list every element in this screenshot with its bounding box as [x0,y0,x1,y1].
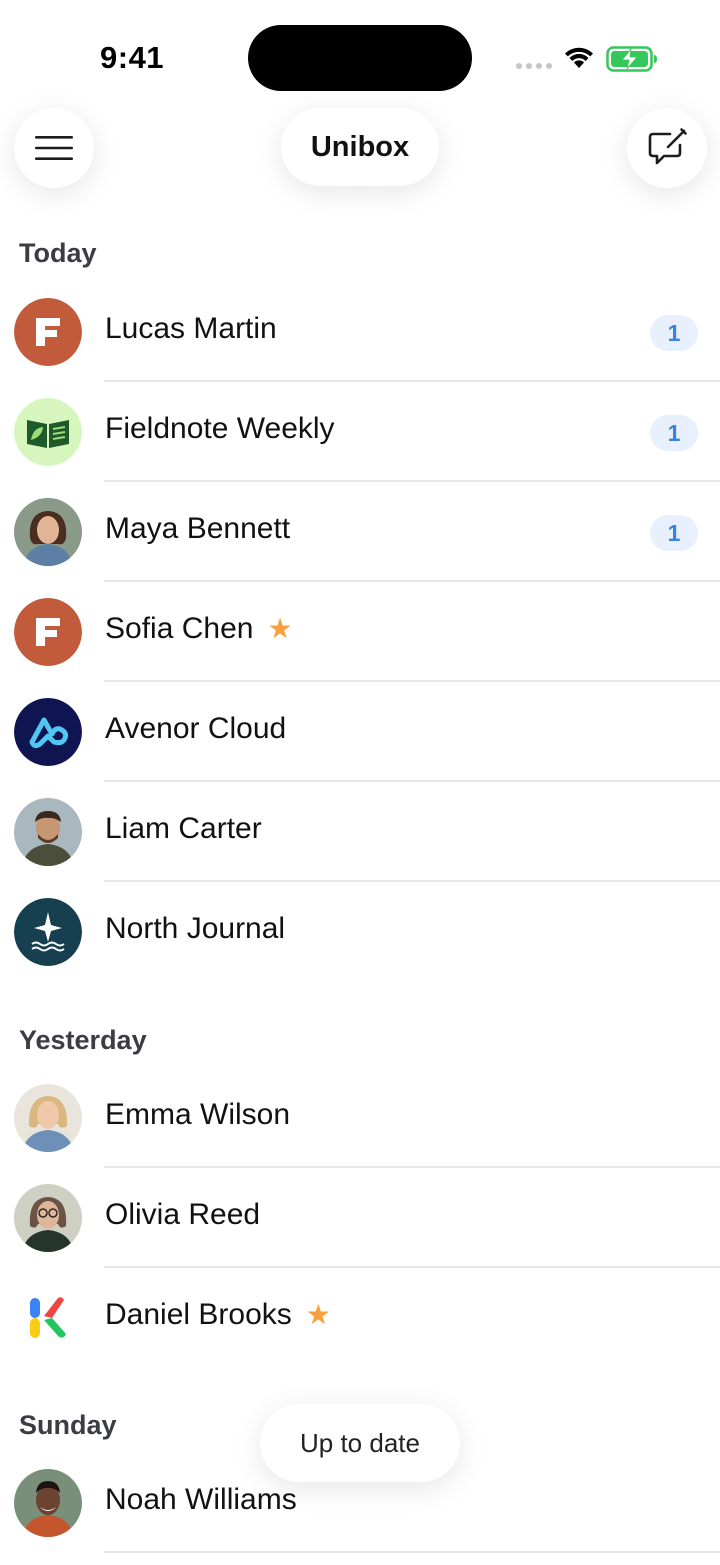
avatar [14,798,82,866]
cellular-signal-icon [516,63,552,69]
menu-button[interactable] [14,108,94,188]
unread-badge: 1 [650,415,698,451]
avatar [14,398,82,466]
page-title[interactable]: Unibox [281,108,439,186]
person-photo-icon [14,498,82,566]
contact-name: Noah Williams [105,1483,297,1516]
section-header-yesterday: Yesterday [19,1025,147,1055]
contact-name: Olivia Reed [105,1198,261,1231]
compose-button[interactable] [627,108,707,188]
avatar [14,298,82,366]
avatar [14,1084,82,1152]
book-leaf-logo-icon [14,398,82,466]
avatar [14,498,82,566]
contact-name: Avenor Cloud [105,712,287,745]
row-divider [104,1551,720,1553]
conversation-row[interactable]: Liam Carter [0,782,720,882]
star-icon: ★ [267,613,293,644]
conversation-row[interactable]: Lucas Martin 1 [0,282,720,382]
conversation-row[interactable]: North Journal [0,882,720,982]
conversation-row[interactable]: Fieldnote Weekly 1 [0,382,720,482]
compose-icon [648,128,687,165]
contact-name: Sofia Chen [105,612,254,645]
k-logo-icon [14,1284,82,1352]
contact-name: Fieldnote Weekly [105,412,335,445]
person-photo-icon [14,798,82,866]
person-photo-icon [14,1184,82,1252]
contact-name: Liam Carter [105,812,262,845]
hamburger-icon [35,136,73,160]
avatar [14,1184,82,1252]
section-header-sunday: Sunday [19,1410,117,1440]
contact-name: North Journal [105,912,286,945]
avatar [14,898,82,966]
person-photo-icon [14,1469,82,1537]
conversation-row[interactable]: Daniel Brooks ★ [0,1268,720,1368]
status-time: 9:41 [100,40,165,75]
conversation-row[interactable]: Emma Wilson [0,1068,720,1168]
contact-name: Daniel Brooks [105,1298,292,1331]
contact-name: Lucas Martin [105,312,277,345]
conversation-row[interactable]: Sofia Chen ★ [0,582,720,682]
cloud-logo-icon [14,698,82,766]
avatar [14,1469,82,1537]
conversation-row[interactable]: Olivia Reed [0,1168,720,1268]
contact-name: Maya Bennett [105,512,291,545]
conversation-row[interactable]: Maya Bennett 1 [0,482,720,582]
avatar [14,698,82,766]
status-bar: 9:41 [0,0,720,110]
avatar [14,598,82,666]
unibox-screen: 9:41 Unibox Today Lucas Martin 1 Fieldno… [0,0,720,1565]
person-photo-icon [14,1084,82,1152]
f-logo-icon [14,598,82,666]
dynamic-island [248,25,472,91]
section-header-today: Today [19,238,97,268]
contact-name: Emma Wilson [105,1098,291,1131]
battery-charging-icon [606,46,657,72]
conversation-row[interactable]: Avenor Cloud [0,682,720,782]
star-icon: ★ [305,1299,331,1330]
unread-badge: 1 [650,315,698,351]
avatar [14,1284,82,1352]
unread-badge: 1 [650,515,698,551]
sync-status-toast: Up to date [260,1404,460,1482]
f-logo-icon [14,298,82,366]
star-wave-logo-icon [14,898,82,966]
wifi-icon [565,47,593,68]
top-bar: Unibox [0,108,720,188]
